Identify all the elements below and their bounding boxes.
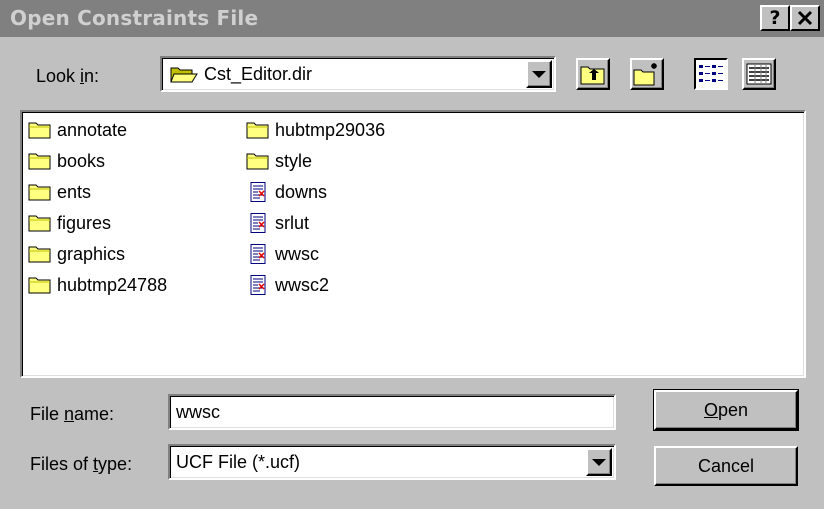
look-in-dropdown[interactable]: Cst_Editor.dir (160, 56, 556, 92)
close-button[interactable] (790, 5, 820, 31)
document-icon (250, 275, 266, 295)
folder-icon (28, 153, 51, 170)
folder-icon (28, 277, 51, 294)
file-list-item-name: hubtmp24788 (57, 275, 168, 295)
open-button[interactable]: Open (654, 390, 798, 430)
create-new-folder-icon (633, 63, 657, 86)
up-one-level-button[interactable] (576, 58, 610, 90)
up-one-level-icon (580, 66, 605, 85)
look-in-label: Look in: (36, 66, 100, 86)
folder-icon (28, 122, 51, 139)
document-icon (250, 182, 266, 202)
look-in-dropdown-button[interactable] (526, 60, 552, 88)
document-icon (250, 213, 266, 233)
create-new-folder-button[interactable] (630, 58, 664, 90)
file-list-item-name: wwsc (275, 244, 319, 264)
file-list-item-name: figures (57, 213, 112, 233)
folder-icon (246, 122, 269, 139)
list-view-icon (699, 65, 723, 82)
details-view-icon (746, 63, 772, 85)
file-list-item-name: style (275, 151, 313, 171)
look-in-value: Cst_Editor.dir (204, 64, 313, 84)
list-view-button[interactable] (694, 58, 728, 90)
file-list-item-name: ents (57, 182, 92, 202)
file-list-item-name: downs (275, 182, 328, 202)
folder-icon (28, 246, 51, 263)
folder-icon (246, 153, 269, 170)
document-icon (250, 244, 266, 264)
file-name-value: wwsc (176, 402, 220, 422)
file-type-dropdown-button[interactable] (586, 448, 612, 476)
file-list-item-name: graphics (57, 244, 126, 264)
help-button[interactable]: ? (760, 5, 790, 31)
details-view-button[interactable] (742, 58, 776, 90)
folder-icon (28, 215, 51, 232)
file-list[interactable]: annotate books ents figures graphics hubtmp24… (20, 110, 806, 378)
close-icon (797, 10, 813, 26)
file-list-item-name: wwsc2 (275, 275, 330, 295)
file-list-item-name: books (57, 151, 106, 171)
cancel-button[interactable]: Cancel (654, 446, 798, 486)
title-bar[interactable]: Open Constraints File ? (0, 0, 824, 37)
file-type-dropdown[interactable]: UCF File (*.ucf) (168, 444, 616, 480)
open-folder-icon (170, 67, 198, 83)
file-list-item-name: srlut (275, 213, 310, 233)
file-type-label: Files of type: (30, 454, 133, 474)
file-name-input[interactable]: wwsc (168, 394, 616, 430)
dialog-title: Open Constraints File (10, 6, 259, 30)
file-list-item-name: hubtmp29036 (275, 120, 386, 140)
file-name-label: File name: (30, 404, 115, 424)
chevron-down-icon (592, 459, 606, 466)
file-list-item-name: annotate (57, 120, 128, 140)
chevron-down-icon (532, 71, 546, 78)
file-type-value: UCF File (*.ucf) (176, 452, 301, 472)
folder-icon (28, 184, 51, 201)
